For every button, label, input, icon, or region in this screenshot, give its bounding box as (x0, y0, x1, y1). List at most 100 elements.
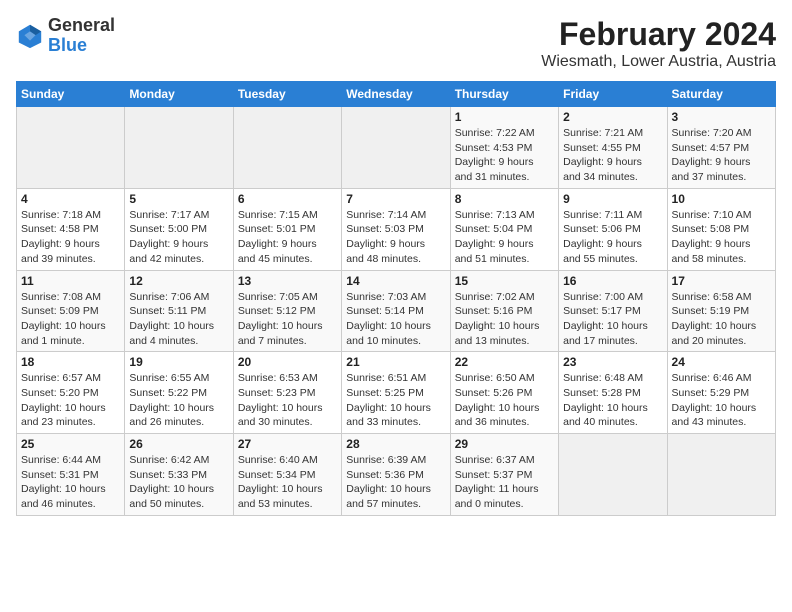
day-number: 9 (563, 192, 662, 206)
logo: General Blue (16, 16, 115, 56)
day-number: 27 (238, 437, 337, 451)
day-number: 28 (346, 437, 445, 451)
calendar-cell: 1Sunrise: 7:22 AM Sunset: 4:53 PM Daylig… (450, 107, 558, 189)
day-number: 13 (238, 274, 337, 288)
calendar-cell: 5 Sunrise: 7:17 AM Sunset: 5:00 PM Daylig… (125, 188, 233, 270)
day-number: 15 (455, 274, 554, 288)
calendar-cell: 2 Sunrise: 7:21 AM Sunset: 4:55 PM Daylig… (559, 107, 667, 189)
day-info: Sunrise: 7:10 AM Sunset: 5:08 PM Dayligh… (672, 208, 771, 267)
day-info: Sunrise: 7:20 AM Sunset: 4:57 PM Dayligh… (672, 126, 771, 185)
calendar-cell: 26 Sunrise: 6:42 AM Sunset: 5:33 PM Dayli… (125, 434, 233, 516)
day-info: Sunrise: 7:17 AM Sunset: 5:00 PM Dayligh… (129, 208, 228, 267)
day-info: Sunrise: 6:39 AM Sunset: 5:36 PM Dayligh… (346, 453, 445, 512)
day-number: 5 (129, 192, 228, 206)
day-number: 3 (672, 110, 771, 124)
day-number: 29 (455, 437, 554, 451)
day-number: 12 (129, 274, 228, 288)
calendar-cell: 10Sunrise: 7:10 AM Sunset: 5:08 PM Dayli… (667, 188, 775, 270)
calendar-cell: 8 Sunrise: 7:13 AM Sunset: 5:04 PM Daylig… (450, 188, 558, 270)
day-number: 24 (672, 355, 771, 369)
day-info: Sunrise: 6:40 AM Sunset: 5:34 PM Dayligh… (238, 453, 337, 512)
calendar-cell: 19 Sunrise: 6:55 AM Sunset: 5:22 PM Dayli… (125, 352, 233, 434)
day-info: Sunrise: 6:37 AM Sunset: 5:37 PM Dayligh… (455, 453, 554, 512)
calendar-cell: 14Sunrise: 7:03 AM Sunset: 5:14 PM Dayli… (342, 270, 450, 352)
day-info: Sunrise: 7:05 AM Sunset: 5:12 PM Dayligh… (238, 290, 337, 349)
day-info: Sunrise: 7:08 AM Sunset: 5:09 PM Dayligh… (21, 290, 120, 349)
calendar-cell: 25 Sunrise: 6:44 AM Sunset: 5:31 PM Dayli… (17, 434, 125, 516)
day-info: Sunrise: 7:21 AM Sunset: 4:55 PM Dayligh… (563, 126, 662, 185)
day-info: Sunrise: 6:42 AM Sunset: 5:33 PM Dayligh… (129, 453, 228, 512)
calendar-cell: 9 Sunrise: 7:11 AM Sunset: 5:06 PM Daylig… (559, 188, 667, 270)
calendar-week-row: 18 Sunrise: 6:57 AM Sunset: 5:20 PM Dayli… (17, 352, 776, 434)
calendar-cell: 17 Sunrise: 6:58 AM Sunset: 5:19 PM Dayli… (667, 270, 775, 352)
day-number: 2 (563, 110, 662, 124)
calendar-cell: 15 Sunrise: 7:02 AM Sunset: 5:16 PM Dayli… (450, 270, 558, 352)
calendar-cell: 23Sunrise: 6:48 AM Sunset: 5:28 PM Dayli… (559, 352, 667, 434)
calendar-cell: 24 Sunrise: 6:46 AM Sunset: 5:29 PM Dayli… (667, 352, 775, 434)
calendar-cell (233, 107, 341, 189)
calendar-table: SundayMondayTuesdayWednesdayThursdayFrid… (16, 81, 776, 516)
day-number: 8 (455, 192, 554, 206)
day-info: Sunrise: 7:11 AM Sunset: 5:06 PM Dayligh… (563, 208, 662, 267)
calendar-cell: 6Sunrise: 7:15 AM Sunset: 5:01 PM Daylig… (233, 188, 341, 270)
header: General Blue February 2024 Wiesmath, Low… (16, 16, 776, 71)
day-number: 19 (129, 355, 228, 369)
calendar-cell (342, 107, 450, 189)
logo-icon (16, 22, 44, 50)
calendar-cell: 12 Sunrise: 7:06 AM Sunset: 5:11 PM Dayli… (125, 270, 233, 352)
calendar-cell (17, 107, 125, 189)
calendar-cell: 21 Sunrise: 6:51 AM Sunset: 5:25 PM Dayli… (342, 352, 450, 434)
day-number: 4 (21, 192, 120, 206)
day-number: 11 (21, 274, 120, 288)
day-info: Sunrise: 6:53 AM Sunset: 5:23 PM Dayligh… (238, 371, 337, 430)
day-info: Sunrise: 7:06 AM Sunset: 5:11 PM Dayligh… (129, 290, 228, 349)
day-number: 14 (346, 274, 445, 288)
day-info: Sunrise: 7:00 AM Sunset: 5:17 PM Dayligh… (563, 290, 662, 349)
day-info: Sunrise: 7:18 AM Sunset: 4:58 PM Dayligh… (21, 208, 120, 267)
day-info: Sunrise: 6:57 AM Sunset: 5:20 PM Dayligh… (21, 371, 120, 430)
calendar-cell: 11 Sunrise: 7:08 AM Sunset: 5:09 PM Dayli… (17, 270, 125, 352)
day-info: Sunrise: 6:55 AM Sunset: 5:22 PM Dayligh… (129, 371, 228, 430)
calendar-cell: 29 Sunrise: 6:37 AM Sunset: 5:37 PM Dayli… (450, 434, 558, 516)
calendar-cell: 28 Sunrise: 6:39 AM Sunset: 5:36 PM Dayli… (342, 434, 450, 516)
day-number: 20 (238, 355, 337, 369)
weekday-header-row: SundayMondayTuesdayWednesdayThursdayFrid… (17, 82, 776, 107)
day-number: 17 (672, 274, 771, 288)
day-info: Sunrise: 7:14 AM Sunset: 5:03 PM Dayligh… (346, 208, 445, 267)
calendar-subtitle: Wiesmath, Lower Austria, Austria (541, 53, 776, 71)
day-info: Sunrise: 7:02 AM Sunset: 5:16 PM Dayligh… (455, 290, 554, 349)
weekday-header: Thursday (450, 82, 558, 107)
day-number: 26 (129, 437, 228, 451)
calendar-cell: 20 Sunrise: 6:53 AM Sunset: 5:23 PM Dayli… (233, 352, 341, 434)
calendar-week-row: 1Sunrise: 7:22 AM Sunset: 4:53 PM Daylig… (17, 107, 776, 189)
day-info: Sunrise: 6:48 AM Sunset: 5:28 PM Dayligh… (563, 371, 662, 430)
weekday-header: Saturday (667, 82, 775, 107)
calendar-week-row: 11 Sunrise: 7:08 AM Sunset: 5:09 PM Dayli… (17, 270, 776, 352)
calendar-header: SundayMondayTuesdayWednesdayThursdayFrid… (17, 82, 776, 107)
day-info: Sunrise: 6:58 AM Sunset: 5:19 PM Dayligh… (672, 290, 771, 349)
calendar-cell: 22 Sunrise: 6:50 AM Sunset: 5:26 PM Dayli… (450, 352, 558, 434)
weekday-header: Wednesday (342, 82, 450, 107)
day-info: Sunrise: 6:50 AM Sunset: 5:26 PM Dayligh… (455, 371, 554, 430)
calendar-cell: 3 Sunrise: 7:20 AM Sunset: 4:57 PM Daylig… (667, 107, 775, 189)
logo-text: General Blue (48, 16, 115, 56)
calendar-body: 1Sunrise: 7:22 AM Sunset: 4:53 PM Daylig… (17, 107, 776, 516)
calendar-cell: 16Sunrise: 7:00 AM Sunset: 5:17 PM Dayli… (559, 270, 667, 352)
day-number: 6 (238, 192, 337, 206)
calendar-cell: 13 Sunrise: 7:05 AM Sunset: 5:12 PM Dayli… (233, 270, 341, 352)
day-number: 18 (21, 355, 120, 369)
calendar-cell (667, 434, 775, 516)
day-number: 22 (455, 355, 554, 369)
day-info: Sunrise: 7:13 AM Sunset: 5:04 PM Dayligh… (455, 208, 554, 267)
day-number: 21 (346, 355, 445, 369)
weekday-header: Tuesday (233, 82, 341, 107)
day-number: 25 (21, 437, 120, 451)
calendar-title: February 2024 (541, 16, 776, 53)
day-info: Sunrise: 6:46 AM Sunset: 5:29 PM Dayligh… (672, 371, 771, 430)
calendar-cell: 7Sunrise: 7:14 AM Sunset: 5:03 PM Daylig… (342, 188, 450, 270)
title-area: February 2024 Wiesmath, Lower Austria, A… (541, 16, 776, 71)
calendar-cell (125, 107, 233, 189)
day-info: Sunrise: 6:44 AM Sunset: 5:31 PM Dayligh… (21, 453, 120, 512)
day-info: Sunrise: 6:51 AM Sunset: 5:25 PM Dayligh… (346, 371, 445, 430)
calendar-week-row: 4 Sunrise: 7:18 AM Sunset: 4:58 PM Daylig… (17, 188, 776, 270)
